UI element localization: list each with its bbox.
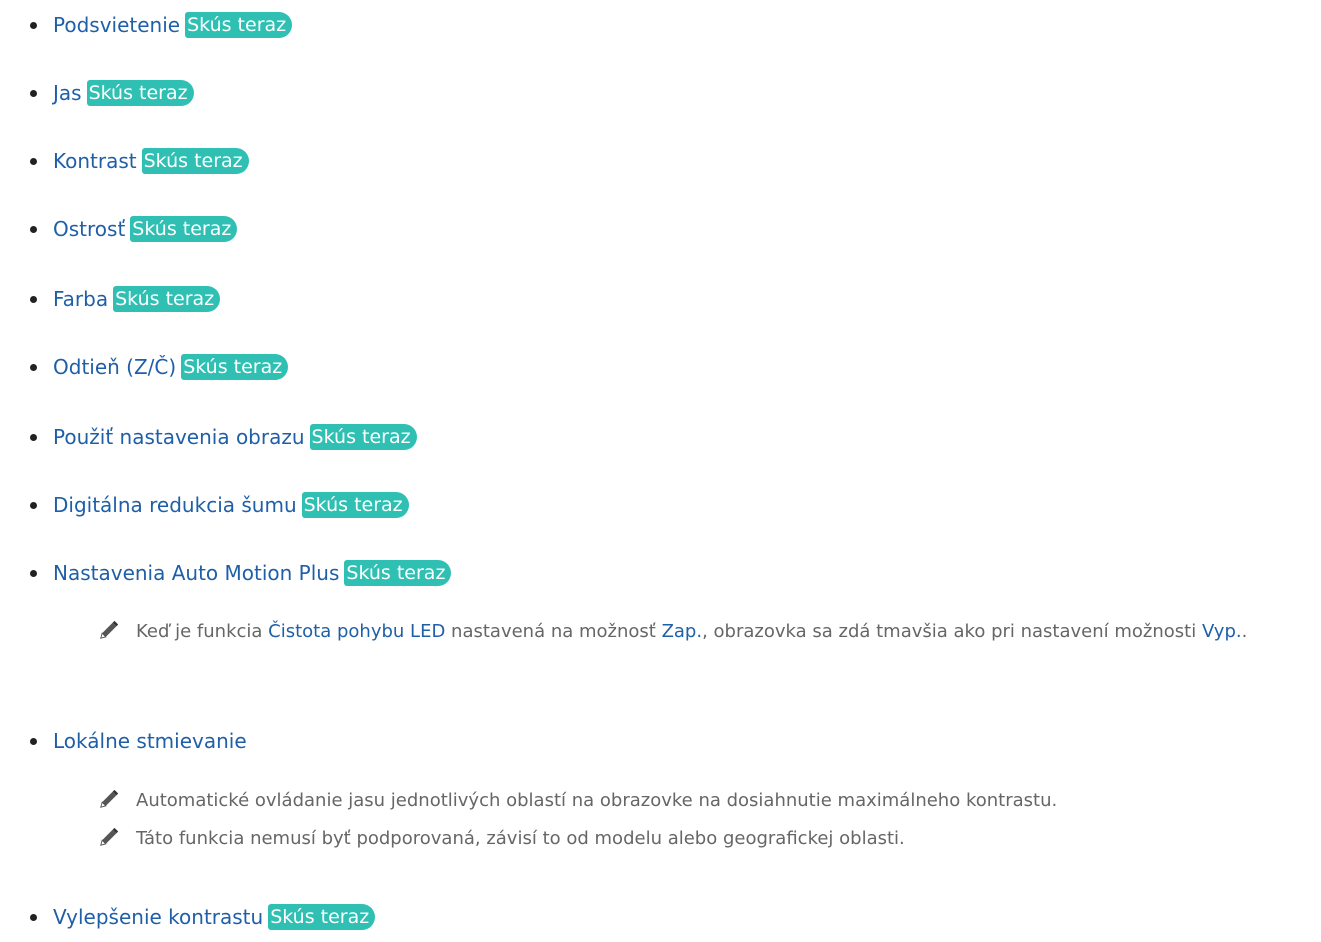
list-item: Nastavenia Auto Motion Plus Skús teraz [30, 558, 452, 588]
note-value-zap: Zap. [661, 621, 703, 642]
try-now-button[interactable]: Skús teraz [181, 354, 289, 380]
list-item: Vylepšenie kontrastu Skús teraz [30, 902, 376, 932]
note-link-cistota-pohybu[interactable]: Čistota pohybu LED [268, 621, 445, 642]
bullet-icon [30, 501, 37, 509]
try-now-button[interactable]: Skús teraz [309, 424, 417, 450]
bullet-icon [30, 569, 37, 577]
note: Keď je funkcia Čistota pohybu LED nastav… [100, 616, 1321, 648]
bullet-icon [30, 89, 37, 97]
try-now-button[interactable]: Skús teraz [185, 12, 293, 38]
list-item: Digitálna redukcia šumu Skús teraz [30, 490, 409, 520]
item-link-kontrast[interactable]: Kontrast [53, 149, 137, 173]
list-item: Farba Skús teraz [30, 284, 221, 314]
list-item: Kontrast Skús teraz [30, 146, 249, 176]
bullet-icon [30, 225, 37, 233]
bullet-icon [30, 737, 37, 745]
item-link-farba[interactable]: Farba [53, 287, 108, 311]
item-link-pouzit-nastavenia[interactable]: Použiť nastavenia obrazu [53, 425, 305, 449]
note-value-vyp: Vyp. [1201, 621, 1242, 642]
list-item: Lokálne stmievanie [30, 726, 247, 756]
try-now-button[interactable]: Skús teraz [141, 148, 249, 174]
note-text: Keď je funkcia Čistota pohybu LED nastav… [136, 621, 1248, 642]
note: Táto funkcia nemusí byť podporovaná, záv… [100, 823, 1321, 855]
note: Automatické ovládanie jasu jednotlivých … [100, 785, 1321, 817]
pencil-icon [100, 620, 119, 639]
try-now-button[interactable]: Skús teraz [268, 904, 376, 930]
list-item: Ostrosť Skús teraz [30, 214, 238, 244]
item-link-lokalne-stmievanie[interactable]: Lokálne stmievanie [53, 729, 247, 753]
try-now-button[interactable]: Skús teraz [130, 216, 238, 242]
item-link-podsvietenie[interactable]: Podsvietenie [53, 13, 180, 37]
list-item: Podsvietenie Skús teraz [30, 10, 293, 40]
list-item: Použiť nastavenia obrazu Skús teraz [30, 422, 417, 452]
item-link-odtien[interactable]: Odtieň (Z/Č) [53, 355, 176, 379]
try-now-button[interactable]: Skús teraz [301, 492, 409, 518]
item-link-ostrost[interactable]: Ostrosť [53, 217, 125, 241]
pencil-icon [100, 827, 119, 846]
try-now-button[interactable]: Skús teraz [344, 560, 452, 586]
list-item: Jas Skús teraz [30, 78, 194, 108]
pencil-icon [100, 789, 119, 808]
item-link-redukcia-sumu[interactable]: Digitálna redukcia šumu [53, 493, 297, 517]
item-link-vylepsenie-kontrastu[interactable]: Vylepšenie kontrastu [53, 905, 263, 929]
list-item: Odtieň (Z/Č) Skús teraz [30, 352, 289, 382]
note-text: Táto funkcia nemusí byť podporovaná, záv… [136, 828, 905, 849]
bullet-icon [30, 21, 37, 29]
note-text: Automatické ovládanie jasu jednotlivých … [136, 790, 1058, 811]
bullet-icon [30, 363, 37, 371]
try-now-button[interactable]: Skús teraz [113, 286, 221, 312]
item-link-auto-motion-plus[interactable]: Nastavenia Auto Motion Plus [53, 561, 339, 585]
item-link-jas[interactable]: Jas [53, 81, 82, 105]
bullet-icon [30, 913, 37, 921]
try-now-button[interactable]: Skús teraz [86, 80, 194, 106]
bullet-icon [30, 295, 37, 303]
bullet-icon [30, 433, 37, 441]
bullet-icon [30, 157, 37, 165]
